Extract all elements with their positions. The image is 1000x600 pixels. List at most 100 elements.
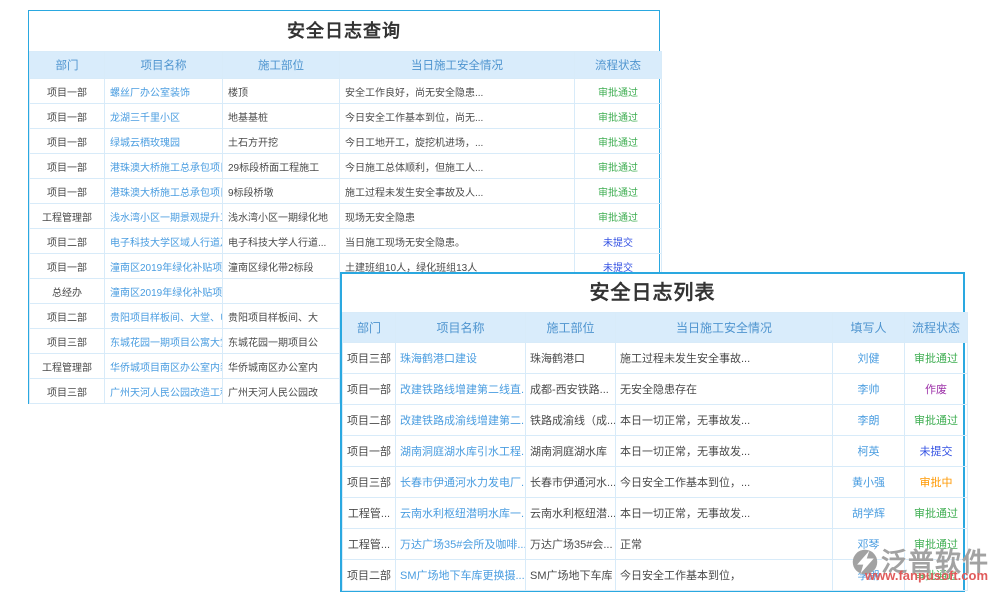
project-link[interactable]: 改建铁路线增建第二线直... (396, 374, 526, 405)
cell-safety: 施工过程未发生安全事故及人... (340, 179, 575, 204)
project-link[interactable]: 港珠澳大桥施工总承包项目 (105, 179, 223, 204)
project-link[interactable]: 龙湖三千里小区 (105, 104, 223, 129)
project-link[interactable]: 湖南洞庭湖水库引水工程... (396, 436, 526, 467)
column-header-writer: 填写人 (833, 313, 905, 343)
project-link[interactable]: 港珠澳大桥施工总承包项目 (105, 154, 223, 179)
query-window-title: 安全日志查询 (29, 11, 659, 51)
table-row[interactable]: 项目一部湖南洞庭湖水库引水工程...湖南洞庭湖水库本日一切正常，无事故发...柯… (343, 436, 968, 467)
cell-safety: 正常 (616, 529, 833, 560)
cell-location: 万达广场35#会... (526, 529, 616, 560)
cell-safety: 现场无安全隐患 (340, 204, 575, 229)
column-header-project: 项目名称 (105, 52, 223, 79)
cell-dept: 项目二部 (343, 405, 396, 436)
table-row[interactable]: 项目一部港珠澳大桥施工总承包项目9标段桥墩施工过程未发生安全事故及人...审批通… (30, 179, 662, 204)
project-link[interactable]: 广州天河人民公园改造工程 (105, 379, 223, 404)
status-badge: 审批通过 (905, 405, 968, 436)
table-row[interactable]: 项目三部长春市伊通河水力发电厂...长春市伊通河水...今日安全工作基本到位，.… (343, 467, 968, 498)
project-link[interactable]: 贵阳项目样板间、大堂、电梯 (105, 304, 223, 329)
cell-dept: 项目一部 (30, 129, 105, 154)
project-link[interactable]: 潼南区2019年绿化补贴项目-城 (105, 254, 223, 279)
status-badge: 审批中 (905, 467, 968, 498)
cell-safety: 施工过程未发生安全事故... (616, 343, 833, 374)
status-badge: 审批通过 (575, 104, 662, 129)
query-header-row: 部门项目名称施工部位当日施工安全情况流程状态 (30, 52, 662, 79)
column-header-dept: 部门 (30, 52, 105, 79)
cell-location: 长春市伊通河水... (526, 467, 616, 498)
project-link[interactable]: 电子科技大学区域人行道及非 (105, 229, 223, 254)
table-row[interactable]: 工程管...云南水利枢纽潜明水库一...云南水利枢纽潜...本日一切正常，无事故… (343, 498, 968, 529)
column-header-project: 项目名称 (396, 313, 526, 343)
writer-link[interactable]: 黄小强 (833, 467, 905, 498)
cell-location: 土石方开挖 (223, 129, 340, 154)
project-link[interactable]: 华侨城项目南区办公室内装修 (105, 354, 223, 379)
table-row[interactable]: 项目三部珠海鹤港口建设珠海鹤港口施工过程未发生安全事故...刘健审批通过 (343, 343, 968, 374)
cell-dept: 项目一部 (343, 436, 396, 467)
status-badge: 审批通过 (575, 154, 662, 179)
project-link[interactable]: 螺丝厂办公室装饰 (105, 79, 223, 104)
project-link[interactable]: 长春市伊通河水力发电厂... (396, 467, 526, 498)
cell-dept: 项目二部 (30, 304, 105, 329)
column-header-location: 施工部位 (526, 313, 616, 343)
cell-safety: 本日一切正常，无事故发... (616, 436, 833, 467)
writer-link[interactable]: 刘健 (833, 343, 905, 374)
project-link[interactable]: 万达广场35#会所及咖啡... (396, 529, 526, 560)
cell-location: 贵阳项目样板间、大 (223, 304, 340, 329)
cell-dept: 总经办 (30, 279, 105, 304)
table-row[interactable]: 项目二部改建铁路成渝线增建第二...铁路成渝线（成...本日一切正常，无事故发.… (343, 405, 968, 436)
cell-location: 潼南区绿化带2标段 (223, 254, 340, 279)
writer-link[interactable]: 柯英 (833, 436, 905, 467)
cell-location: 成都-西安铁路... (526, 374, 616, 405)
status-badge: 未提交 (905, 436, 968, 467)
column-header-location: 施工部位 (223, 52, 340, 79)
cell-location: 9标段桥墩 (223, 179, 340, 204)
watermark-url: www.fanpusoft.com (865, 569, 989, 582)
column-header-safety: 当日施工安全情况 (616, 313, 833, 343)
status-badge: 审批通过 (575, 179, 662, 204)
cell-location: 楼顶 (223, 79, 340, 104)
cell-location: 湖南洞庭湖水库 (526, 436, 616, 467)
cell-location: 广州天河人民公园改 (223, 379, 340, 404)
project-link[interactable]: 浅水湾小区一期景观提升工程 (105, 204, 223, 229)
column-header-status: 流程状态 (905, 313, 968, 343)
status-badge: 审批通过 (575, 204, 662, 229)
cell-safety: 今日安全工作基本到位， (616, 560, 833, 591)
table-row[interactable]: 项目一部港珠澳大桥施工总承包项目29标段桥面工程施工今日施工总体顺利，但施工人.… (30, 154, 662, 179)
table-row[interactable]: 项目一部螺丝厂办公室装饰楼顶安全工作良好，尚无安全隐患...审批通过 (30, 79, 662, 104)
table-row[interactable]: 项目一部绿城云栖玫瑰园土石方开挖今日工地开工，旋挖机进场，...审批通过 (30, 129, 662, 154)
project-link[interactable]: SM广场地下车库更换摄... (396, 560, 526, 591)
cell-dept: 工程管... (343, 498, 396, 529)
column-header-status: 流程状态 (575, 52, 662, 79)
cell-safety: 安全工作良好，尚无安全隐患... (340, 79, 575, 104)
project-link[interactable]: 改建铁路成渝线增建第二... (396, 405, 526, 436)
cell-dept: 项目一部 (30, 179, 105, 204)
writer-link[interactable]: 李帅 (833, 374, 905, 405)
status-badge: 审批通过 (905, 343, 968, 374)
cell-dept: 项目一部 (343, 374, 396, 405)
cell-safety: 当日施工现场无安全隐患。 (340, 229, 575, 254)
table-row[interactable]: 项目一部龙湖三千里小区地基基桩今日安全工作基本到位，尚无...审批通过 (30, 104, 662, 129)
cell-location: 电子科技大学人行道... (223, 229, 340, 254)
project-link[interactable]: 绿城云栖玫瑰园 (105, 129, 223, 154)
column-header-dept: 部门 (343, 313, 396, 343)
cell-dept: 项目三部 (343, 343, 396, 374)
table-row[interactable]: 工程管理部浅水湾小区一期景观提升工程浅水湾小区一期绿化地现场无安全隐患审批通过 (30, 204, 662, 229)
status-badge: 作废 (905, 374, 968, 405)
cell-location: 华侨城南区办公室内 (223, 354, 340, 379)
project-link[interactable]: 潼南区2019年绿化补贴项目-城 (105, 279, 223, 304)
project-link[interactable]: 珠海鹤港口建设 (396, 343, 526, 374)
cell-location (223, 279, 340, 304)
cell-location: 云南水利枢纽潜... (526, 498, 616, 529)
project-link[interactable]: 云南水利枢纽潜明水库一... (396, 498, 526, 529)
list-window-title: 安全日志列表 (342, 274, 963, 312)
cell-dept: 项目三部 (30, 379, 105, 404)
cell-dept: 项目三部 (343, 467, 396, 498)
writer-link[interactable]: 胡学辉 (833, 498, 905, 529)
project-link[interactable]: 东城花园一期项目公寓大堂 装 (105, 329, 223, 354)
table-row[interactable]: 项目二部电子科技大学区域人行道及非电子科技大学人行道...当日施工现场无安全隐患… (30, 229, 662, 254)
cell-dept: 项目一部 (30, 79, 105, 104)
cell-safety: 今日安全工作基本到位，尚无... (340, 104, 575, 129)
cell-safety: 今日施工总体顺利，但施工人... (340, 154, 575, 179)
table-row[interactable]: 项目一部改建铁路线增建第二线直...成都-西安铁路...无安全隐患存在李帅作废 (343, 374, 968, 405)
writer-link[interactable]: 李朗 (833, 405, 905, 436)
watermark: 泛普软件 www.fanpusoft.com (851, 548, 989, 582)
